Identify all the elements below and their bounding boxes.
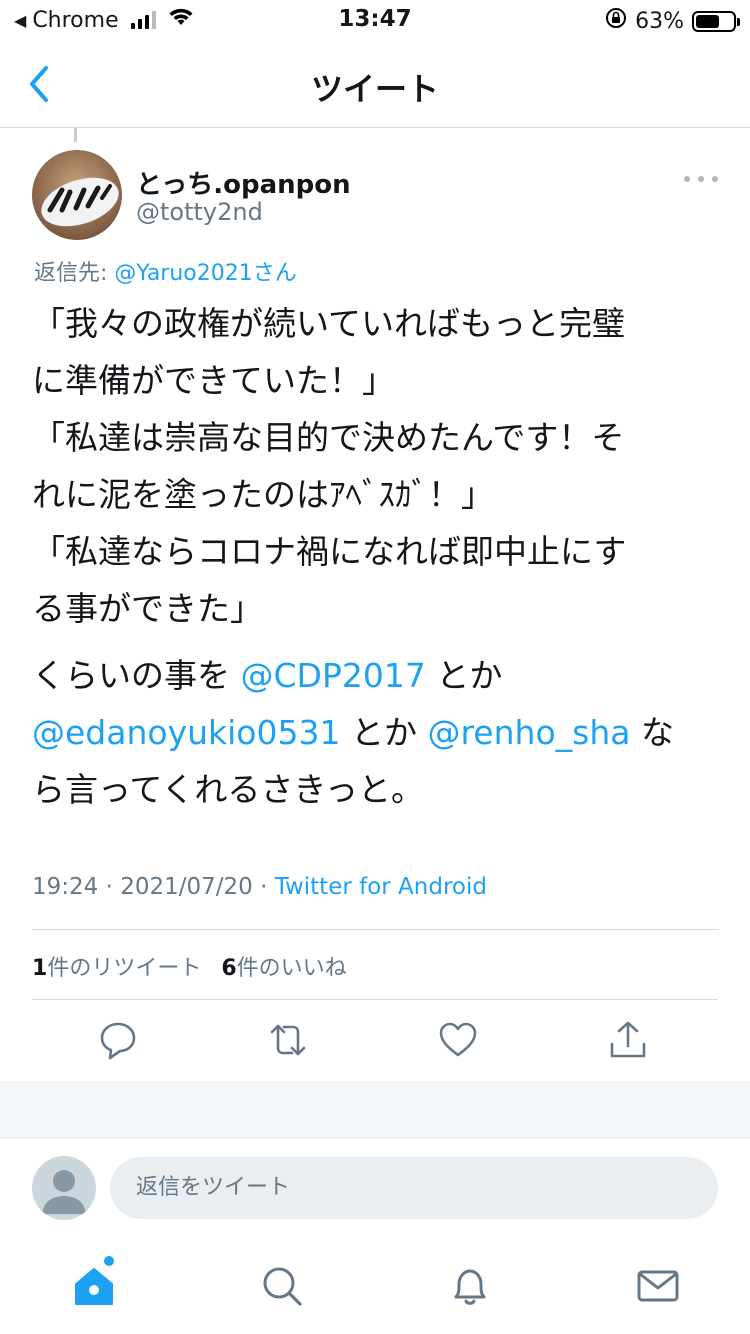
user-display-name[interactable]: とっち.opanpon bbox=[136, 164, 351, 201]
tab-search[interactable] bbox=[258, 1262, 306, 1310]
tweet-text-fragment: とか bbox=[340, 713, 428, 752]
mail-icon bbox=[637, 1270, 679, 1302]
divider bbox=[32, 929, 718, 930]
tweet-line: くらいの事を @CDP2017 とか bbox=[32, 647, 722, 704]
avatar[interactable] bbox=[32, 150, 122, 240]
tweet-line: に準備ができていた！」 bbox=[32, 361, 395, 400]
tweet-line: ら言ってくれるさきっと。 bbox=[32, 770, 425, 809]
tweet-text: 「我々の政権が続いていればもっと完璧 に準備ができていた！」 「私達は崇高な目的… bbox=[32, 295, 722, 818]
home-icon bbox=[75, 1268, 113, 1305]
mention-link[interactable]: @renho_sha bbox=[427, 713, 630, 752]
reply-input[interactable]: 返信をツイート bbox=[110, 1157, 718, 1219]
my-avatar[interactable] bbox=[32, 1156, 96, 1220]
tweet-actions bbox=[0, 1018, 750, 1068]
page-title: ツイート bbox=[310, 70, 439, 108]
thread-connector bbox=[74, 128, 77, 142]
like-count: 6 bbox=[221, 956, 237, 981]
mention-link[interactable]: @edanoyukio0531 bbox=[32, 713, 340, 752]
orientation-lock-icon bbox=[605, 7, 627, 35]
replying-to: 返信先: @Yaruo2021さん bbox=[34, 255, 297, 287]
tweet-line: る事ができた」 bbox=[32, 589, 263, 628]
tweet-text-fragment: くらいの事を bbox=[32, 656, 241, 695]
retweet-stat[interactable]: 1件のリツイート bbox=[32, 950, 201, 982]
tweet-text-fragment: な bbox=[630, 713, 674, 752]
tweet-line: 「私達は崇高な目的で決めたんです！そ bbox=[32, 418, 625, 457]
section-separator bbox=[0, 1082, 750, 1138]
retweet-button[interactable] bbox=[266, 1018, 310, 1062]
retweet-count: 1 bbox=[32, 956, 48, 981]
replying-to-prefix: 返信先: bbox=[34, 261, 115, 286]
like-button[interactable] bbox=[436, 1018, 480, 1062]
battery-icon bbox=[692, 10, 740, 32]
tweet-text-fragment: とか bbox=[425, 656, 503, 695]
heart-icon bbox=[439, 1022, 477, 1057]
tab-notifications[interactable] bbox=[446, 1262, 494, 1310]
reply-icon bbox=[100, 1022, 136, 1060]
avatar-image bbox=[32, 150, 122, 240]
like-label: 件のいいね bbox=[236, 956, 347, 981]
status-right: 63% bbox=[605, 7, 740, 35]
tweet-line: 「私達ならコロナ禍になれば即中止にす bbox=[32, 532, 627, 571]
tweet-meta: 19:24 · 2021/07/20 · Twitter for Android bbox=[32, 874, 487, 900]
user-handle[interactable]: @totty2nd bbox=[136, 198, 263, 226]
retweet-icon bbox=[270, 1024, 306, 1056]
bell-icon bbox=[454, 1269, 486, 1305]
tab-home[interactable] bbox=[70, 1262, 118, 1310]
replying-to-link[interactable]: @Yaruo2021さん bbox=[114, 261, 296, 286]
battery-percent: 63% bbox=[635, 8, 684, 34]
share-button[interactable] bbox=[606, 1018, 650, 1062]
tweet-line: 「我々の政権が続いていればもっと完璧 bbox=[32, 304, 626, 343]
search-icon bbox=[263, 1267, 302, 1306]
like-stat[interactable]: 6件のいいね bbox=[221, 950, 346, 982]
tab-messages[interactable] bbox=[634, 1262, 682, 1310]
retweet-label: 件のリツイート bbox=[47, 956, 202, 981]
tweet-timestamp: 19:24 · 2021/07/20 · bbox=[32, 874, 275, 900]
nav-bar: ツイート bbox=[0, 40, 750, 128]
battery-fill bbox=[696, 14, 719, 28]
tweet-line: @edanoyukio0531 とか @renho_sha な bbox=[32, 704, 722, 761]
tweet-stats: 1件のリツイート 6件のいいね bbox=[32, 950, 347, 982]
default-avatar-icon bbox=[42, 1170, 86, 1214]
mention-link[interactable]: @CDP2017 bbox=[241, 656, 426, 695]
more-horizontal-icon[interactable] bbox=[684, 168, 718, 190]
tweet-source-link[interactable]: Twitter for Android bbox=[275, 874, 487, 900]
share-icon bbox=[610, 1021, 646, 1058]
status-bar: ◀ Chrome 13:47 63% bbox=[0, 0, 750, 40]
divider bbox=[32, 999, 718, 1000]
reply-button[interactable] bbox=[96, 1018, 140, 1062]
new-content-badge bbox=[104, 1256, 114, 1266]
tweet-line: れに泥を塗ったのはｱﾍﾞｽｶﾞ！」 bbox=[32, 475, 494, 514]
